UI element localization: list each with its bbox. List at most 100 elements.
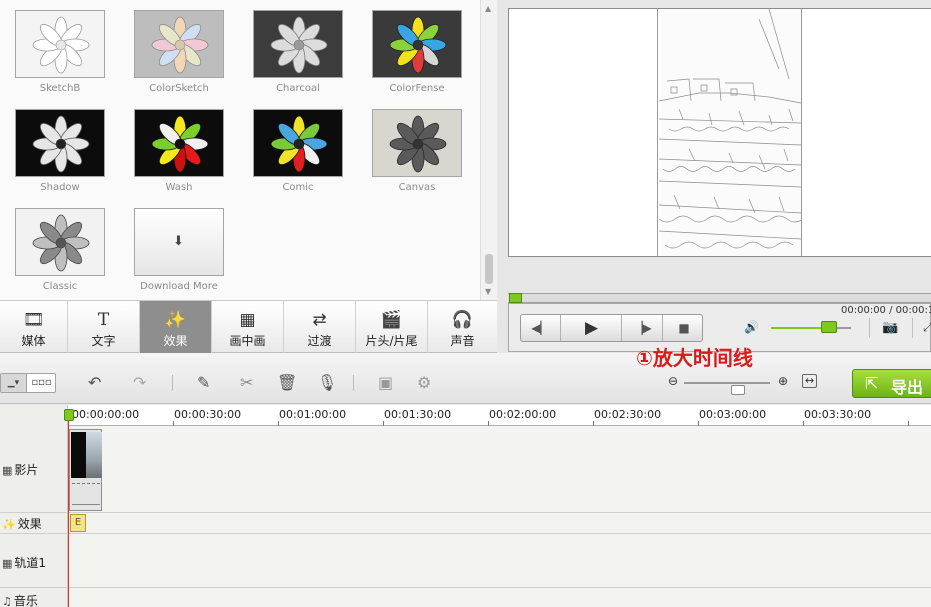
track-divider xyxy=(0,512,931,513)
cut-scissors-icon[interactable]: ✂ xyxy=(240,373,253,392)
tab-intro-outro[interactable]: 🎬 片头/片尾 xyxy=(356,301,428,353)
library-tabs: 🎞 媒体 T 文字 ✨ 效果 ▦ 画中画 ⇄ 过渡 🎬 片头/片尾 🎧 声音 xyxy=(0,300,497,353)
undo-icon[interactable]: ↶ xyxy=(88,373,101,392)
settings-icon[interactable]: ⚙ xyxy=(417,373,431,392)
ruler-label: 00:01:00:00 xyxy=(279,408,347,421)
effect-marker[interactable]: E xyxy=(70,514,86,532)
export-button[interactable]: ⇱ 导出 xyxy=(852,369,931,398)
effect-thumbnail xyxy=(372,10,462,78)
effect-label: ColorFense xyxy=(389,83,445,94)
seek-bar[interactable] xyxy=(508,293,931,303)
scroll-down-icon[interactable]: ▼ xyxy=(485,287,491,296)
snapshot-camera-icon[interactable]: 📷 xyxy=(882,320,898,335)
export-label: 导出 xyxy=(891,378,924,397)
edit-icon[interactable]: ✎ xyxy=(197,373,210,392)
effect-label: Shadow xyxy=(40,182,80,193)
stop-button[interactable]: ■ xyxy=(664,315,704,341)
effect-colorfense[interactable]: ColorFense xyxy=(372,10,462,94)
track-label: 影片 xyxy=(14,463,39,477)
video-editor-window: SketchB ColorSketch Charcoal ColorFense … xyxy=(0,0,931,607)
zoom-slider[interactable] xyxy=(684,382,770,395)
zoom-out-icon[interactable]: ⊖ xyxy=(668,374,678,388)
zoom-knob[interactable] xyxy=(731,385,745,395)
video-clip[interactable] xyxy=(69,429,102,511)
crop-icon[interactable]: ▣ xyxy=(378,373,393,392)
next-frame-button[interactable]: ▕▶ xyxy=(623,315,663,341)
effect-thumbnail xyxy=(15,109,105,177)
storyboard-view-button[interactable]: ▫▫▫ xyxy=(28,374,55,392)
track-divider xyxy=(0,533,931,534)
effect-wash[interactable]: Wash xyxy=(134,109,224,193)
film-icon: ▦ xyxy=(2,464,13,477)
volume-slider[interactable] xyxy=(771,327,851,329)
annotation-zoom-timeline: ①放大时间线 xyxy=(636,346,753,370)
effect-label: SketchB xyxy=(39,83,81,94)
track-overlay-1[interactable]: ▦ 轨道1 xyxy=(2,554,46,571)
effect-thumbnail xyxy=(15,208,105,276)
timeline-toolbar: ▁▾ ▫▫▫ ↶ ↷ ✎ ✂ 🗑 🎙 ▣ ⚙ ①放大时间线 ⊖ ⊕ ↔ ⇱ 导出 xyxy=(0,346,931,404)
clip-thumbnail xyxy=(71,432,102,478)
tab-text[interactable]: T 文字 xyxy=(68,301,140,353)
effect-shadow[interactable]: Shadow xyxy=(15,109,105,193)
time-readout: 00:00:00 / 00:00:1 xyxy=(841,305,931,316)
letterbox-left xyxy=(509,9,658,256)
effects-wand-icon: ✨ xyxy=(2,518,16,531)
fullscreen-icon[interactable]: ⤢ xyxy=(923,320,931,335)
delete-trash-icon[interactable]: 🗑 xyxy=(277,373,297,392)
divider xyxy=(353,375,354,391)
play-icon: ▶ xyxy=(584,318,599,338)
effects-library: SketchB ColorSketch Charcoal ColorFense … xyxy=(0,0,497,300)
effect-sketchb[interactable]: SketchB xyxy=(15,10,105,94)
effect-label: Wash xyxy=(165,182,193,193)
tab-label: 画中画 xyxy=(229,334,266,348)
prev-frame-button[interactable]: ◀▏ xyxy=(521,315,561,341)
effect-label: Download More xyxy=(140,281,218,292)
effects-wand-icon: ✨ xyxy=(164,310,187,330)
tab-pip[interactable]: ▦ 画中画 xyxy=(212,301,284,353)
effect-comic[interactable]: Comic xyxy=(253,109,343,193)
tab-effects[interactable]: ✨ 效果 xyxy=(140,301,212,353)
zoom-in-icon[interactable]: ⊕ xyxy=(778,374,788,388)
track-video[interactable]: ▦ 影片 xyxy=(2,461,38,478)
tab-transition[interactable]: ⇄ 过渡 xyxy=(284,301,356,353)
divider xyxy=(912,318,913,338)
effect-label: Classic xyxy=(42,281,78,292)
track-music[interactable]: ♫ 音乐 xyxy=(2,592,38,607)
tab-label: 文字 xyxy=(91,334,116,348)
zoom-fit-icon[interactable]: ↔ xyxy=(802,374,818,388)
timeline-view-button[interactable]: ▁▾ xyxy=(1,374,27,392)
playhead-handle[interactable] xyxy=(64,409,74,421)
export-icon: ⇱ xyxy=(865,374,879,393)
play-button[interactable]: ▶ xyxy=(562,315,622,341)
tab-sound[interactable]: 🎧 声音 xyxy=(428,301,497,353)
track-label: 音乐 xyxy=(13,594,38,607)
effect-label: Comic xyxy=(282,182,314,193)
effect-colorsketch[interactable]: ColorSketch xyxy=(134,10,224,94)
stop-icon: ■ xyxy=(678,321,690,335)
ruler-label: 00:02:30:00 xyxy=(594,408,662,421)
headphones-icon: 🎧 xyxy=(451,310,474,330)
time-ruler[interactable]: 00:00:00:00 00:00:30:00 00:01:00:00 00:0… xyxy=(68,405,931,426)
scrollbar-thumb[interactable] xyxy=(485,254,493,284)
effect-canvas[interactable]: Canvas xyxy=(372,109,462,193)
effects-scrollbar[interactable]: ▲ ▼ xyxy=(480,0,497,300)
redo-icon[interactable]: ↷ xyxy=(133,373,146,392)
ruler-label: 00:00:00:00 xyxy=(72,408,140,421)
tab-media[interactable]: 🎞 媒体 xyxy=(0,301,68,353)
scroll-up-icon[interactable]: ▲ xyxy=(485,4,491,13)
volume-knob[interactable] xyxy=(821,321,837,333)
timeline-zoom: ⊖ ⊕ ↔ xyxy=(668,374,820,395)
download-more-button[interactable]: ⬇ Download More xyxy=(134,208,224,292)
volume-icon[interactable]: 🔊 xyxy=(744,320,759,334)
effect-charcoal[interactable]: Charcoal xyxy=(253,10,343,94)
preview-frame-image xyxy=(658,9,804,256)
track-label: 效果 xyxy=(17,517,42,531)
effect-thumbnail xyxy=(253,109,343,177)
record-mic-icon[interactable]: 🎙 xyxy=(317,373,337,392)
seek-knob[interactable] xyxy=(509,293,522,303)
effect-classic[interactable]: Classic xyxy=(15,208,105,292)
timeline: 00:00:00:00 00:00:30:00 00:01:00:00 00:0… xyxy=(0,405,931,607)
pip-icon: ▦ xyxy=(2,557,13,570)
track-effects[interactable]: ✨ 效果 xyxy=(2,515,42,532)
step-back-icon: ◀▏ xyxy=(531,321,550,335)
